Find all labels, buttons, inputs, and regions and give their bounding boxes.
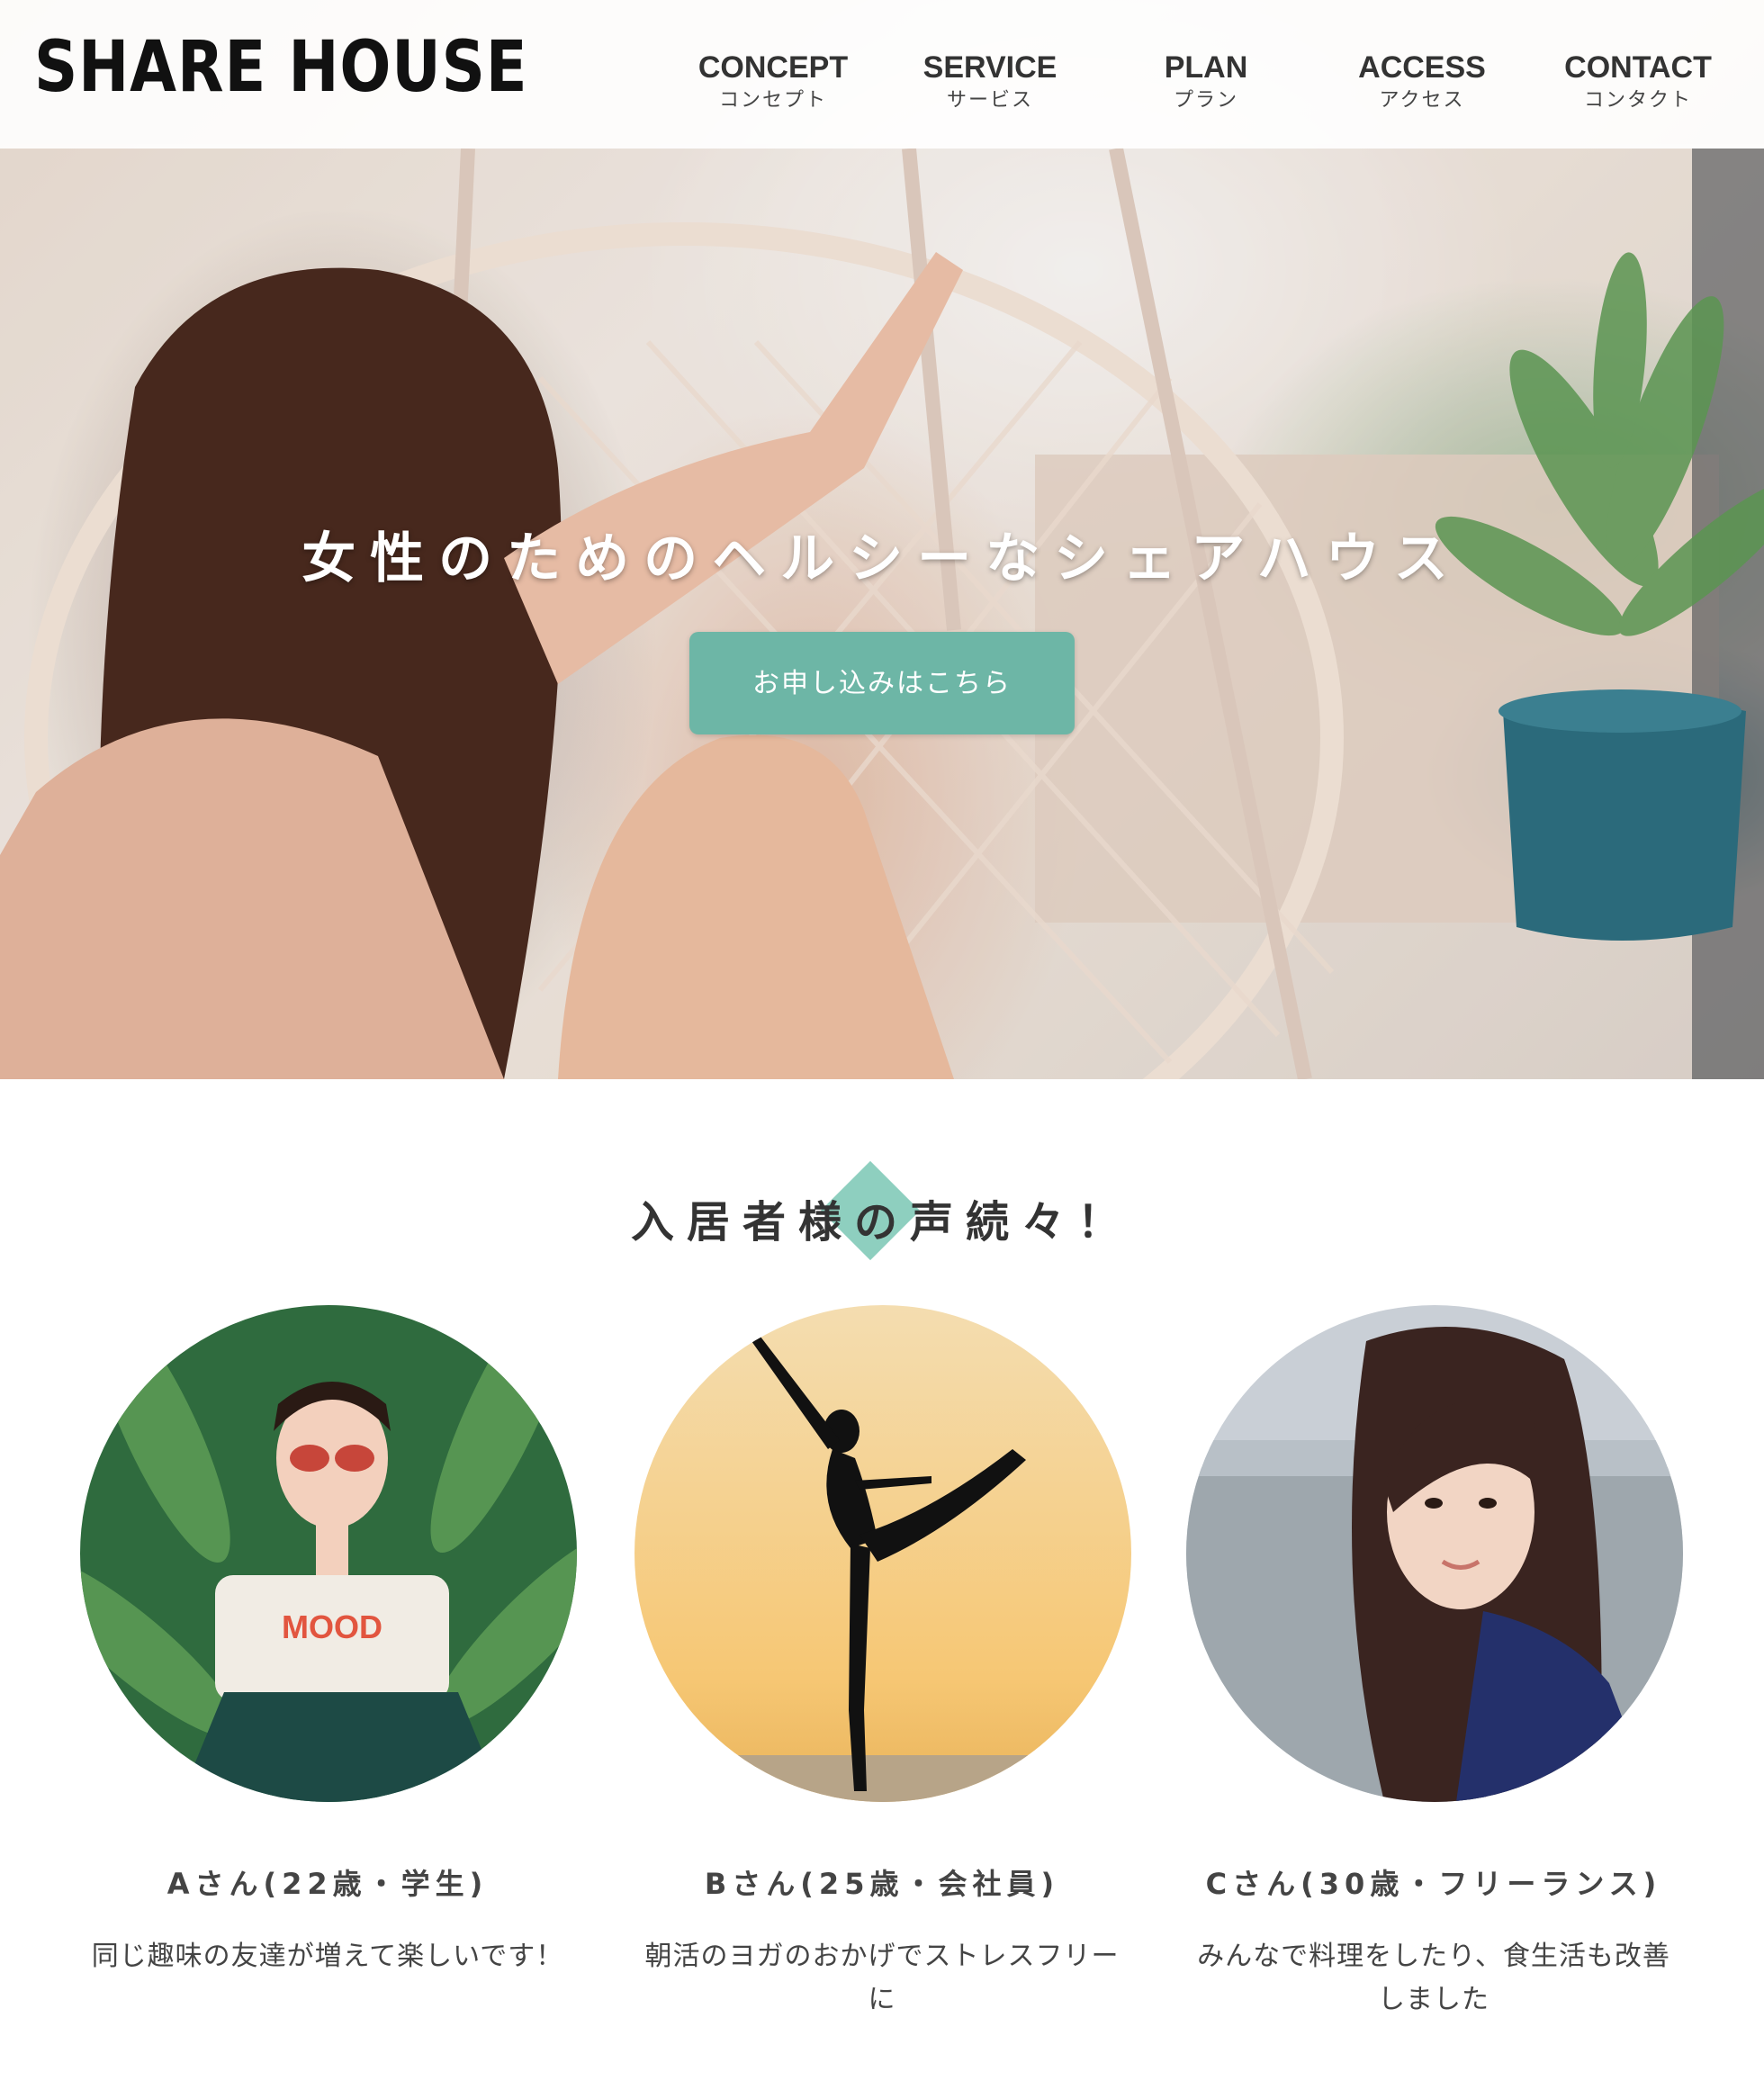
nav-label-jp: プラン (1173, 89, 1238, 112)
nav-label-jp: コンセプト (718, 89, 827, 112)
nav-label-jp: コンタクト (1583, 89, 1692, 112)
avatar-b (634, 1305, 1131, 1802)
nav-label-en: ACCESS (1358, 50, 1486, 85)
person-comment: 同じ趣味の友達が増えて楽しいです！ (91, 1941, 564, 1972)
person-comment: 朝活のヨガのおかげでストレスフリーに (644, 1941, 1120, 2015)
testimonial-card: Cさん(30歳・フリーランス) みんなで料理をしたり、食生活も改善しました (1164, 1305, 1704, 2025)
page: 女性のためのヘルシーなシェアハウス お申し込みはこちら SHARE HOUSE … (0, 0, 1764, 2090)
testimonial-card: MOOD Aさん(22歳・学生) 同じ趣味の友達が増えて楽しいです！ (58, 1305, 598, 2025)
nav-item-plan[interactable]: PLAN プラン (1107, 47, 1305, 113)
apply-button[interactable]: お申し込みはこちら (689, 632, 1075, 734)
nav-item-service[interactable]: SERVICE サービス (891, 47, 1089, 113)
site-header: SHARE HOUSE CONCEPT コンセプト SERVICE サービス P… (0, 0, 1764, 149)
ballet-dancer-silhouette-photo (634, 1305, 1131, 1802)
nav-label-jp: サービス (946, 89, 1033, 112)
hero-section: 女性のためのヘルシーなシェアハウス お申し込みはこちら (0, 0, 1764, 1079)
person-name: Cさん(30歳・フリーランス) (1205, 1867, 1662, 1901)
svg-text:MOOD: MOOD (282, 1608, 382, 1645)
nav-item-access[interactable]: ACCESS アクセス (1323, 47, 1521, 113)
main-nav: CONCEPT コンセプト SERVICE サービス PLAN プラン ACCE… (0, 47, 1764, 128)
nav-label-en: CONCEPT (698, 50, 849, 85)
person-name: Aさん(22歳・学生) (166, 1867, 489, 1901)
testimonials-heading: 入居者様の声続々！ (0, 1160, 1764, 1278)
person-comment: みんなで料理をしたり、食生活も改善しました (1197, 1941, 1670, 2015)
nav-label-en: CONTACT (1564, 50, 1712, 85)
nav-item-contact[interactable]: CONTACT コンタクト (1539, 47, 1737, 113)
nav-label-en: SERVICE (922, 50, 1058, 85)
nav-item-concept[interactable]: CONCEPT コンセプト (674, 47, 872, 113)
avatar-a: MOOD (80, 1305, 577, 1802)
avatar-c (1186, 1305, 1683, 1802)
woman-by-sea-photo (1186, 1305, 1683, 1802)
testimonial-card: Bさん(25歳・会社員) 朝活のヨガのおかげでストレスフリーに (612, 1305, 1152, 2025)
hero-title: 女性のためのヘルシーなシェアハウス (302, 527, 1462, 590)
person-name: Bさん(25歳・会社員) (704, 1867, 1060, 1901)
woman-in-sunglasses-photo: MOOD (80, 1305, 577, 1802)
nav-label-jp: アクセス (1379, 89, 1465, 112)
nav-label-en: PLAN (1164, 50, 1248, 85)
section-title: 入居者様の声続々！ (630, 1197, 1133, 1248)
